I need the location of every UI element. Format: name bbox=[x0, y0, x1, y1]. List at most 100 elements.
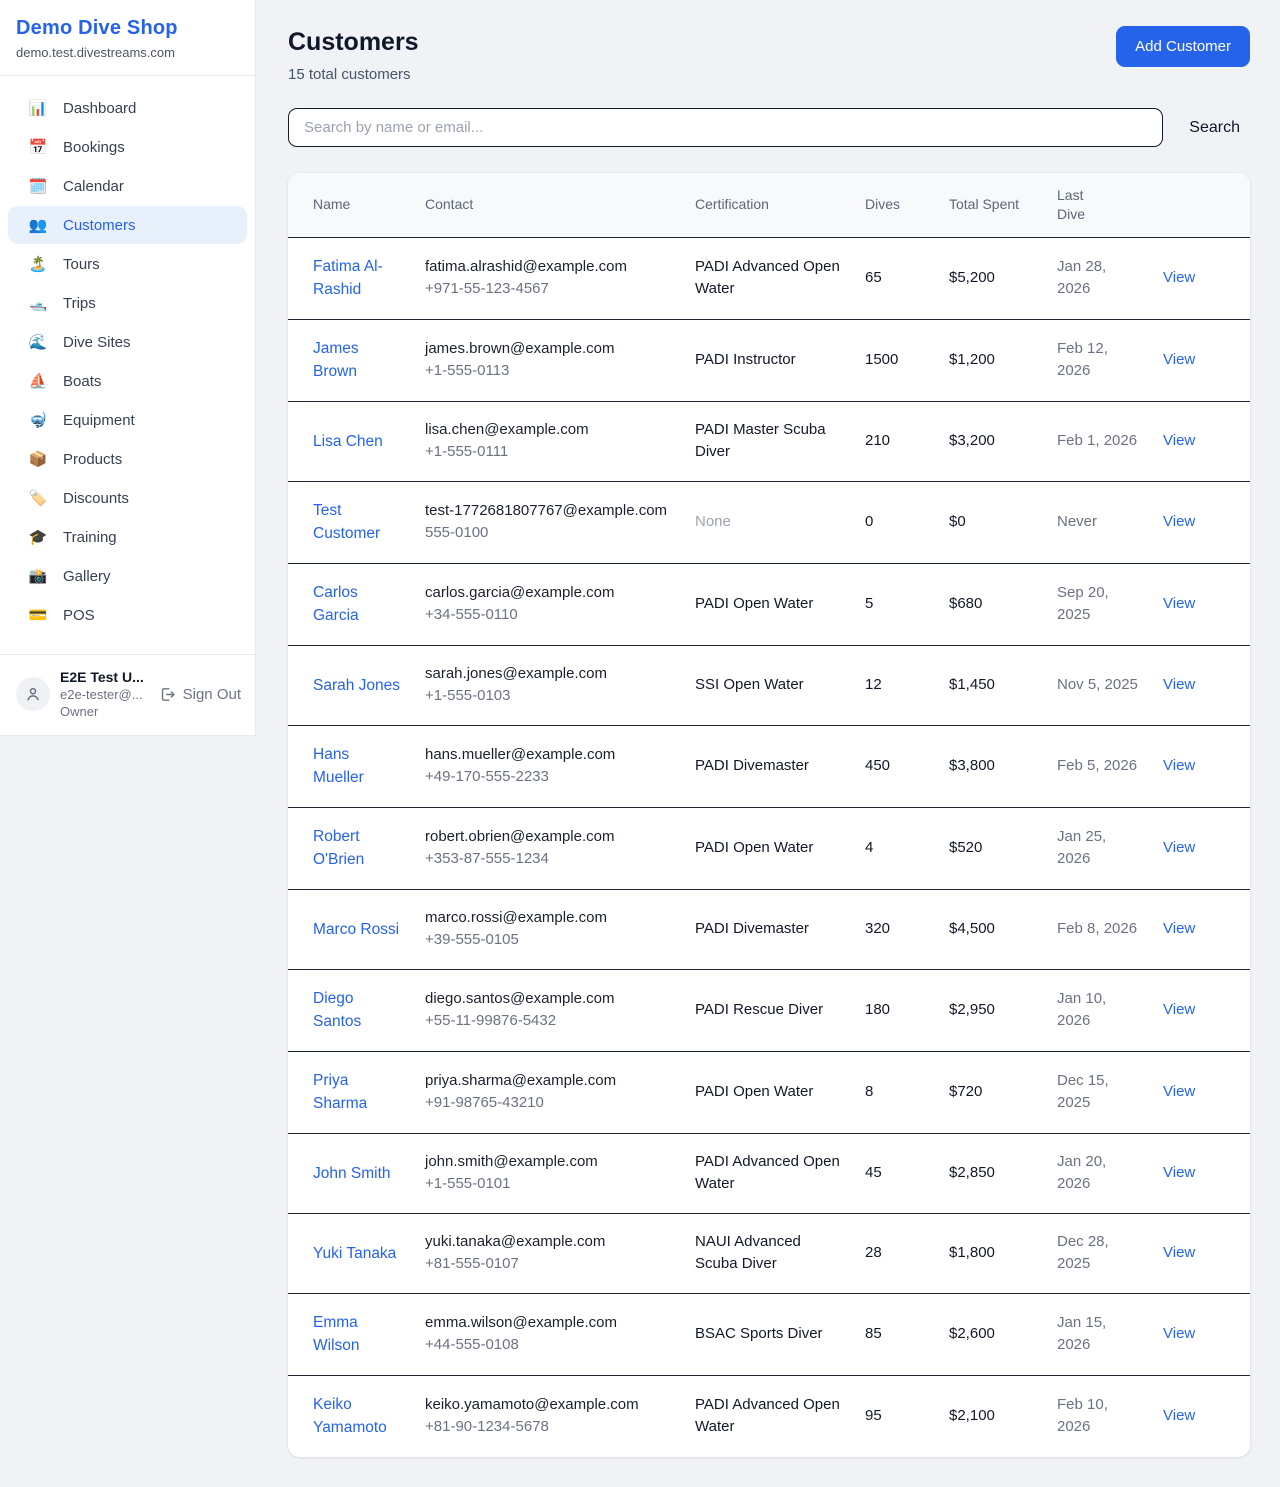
customer-email: keiko.yamamoto@example.com bbox=[425, 1394, 671, 1417]
view-customer-link[interactable]: View bbox=[1163, 920, 1195, 937]
cell-contact: lisa.chen@example.com+1-555-0111 bbox=[413, 401, 683, 481]
sidebar-item-label: Gallery bbox=[63, 568, 111, 585]
customer-name-link[interactable]: Marco Rossi bbox=[313, 921, 399, 938]
view-customer-link[interactable]: View bbox=[1163, 1083, 1195, 1100]
shop-subdomain: demo.test.divestreams.com bbox=[16, 45, 239, 60]
view-customer-link[interactable]: View bbox=[1163, 757, 1195, 774]
cell-total-spent: $2,600 bbox=[937, 1293, 1045, 1375]
sidebar-item-gallery[interactable]: 📸Gallery bbox=[8, 557, 247, 595]
cell-contact: carlos.garcia@example.com+34-555-0110 bbox=[413, 563, 683, 645]
customer-email: test-1772681807767@example.com bbox=[425, 500, 671, 523]
cell-name: James Brown bbox=[288, 319, 413, 401]
table-row: James Brownjames.brown@example.com+1-555… bbox=[288, 319, 1250, 401]
user-name: E2E Test U... bbox=[60, 668, 144, 686]
search-button[interactable]: Search bbox=[1175, 113, 1250, 143]
sidebar-item-label: Dive Sites bbox=[63, 334, 131, 351]
discounts-tag-icon: 🏷️ bbox=[28, 489, 48, 507]
user-icon bbox=[24, 685, 42, 703]
user-box: E2E Test U... e2e-tester@... Owner Sign … bbox=[0, 654, 255, 735]
cell-actions: View bbox=[1151, 889, 1250, 969]
customer-name-link[interactable]: Robert O'Brien bbox=[313, 828, 364, 869]
customer-phone: +971-55-123-4567 bbox=[425, 278, 671, 301]
sidebar-item-label: Boats bbox=[63, 373, 101, 390]
view-customer-link[interactable]: View bbox=[1163, 1407, 1195, 1424]
search-input[interactable] bbox=[288, 108, 1163, 147]
cell-certification: BSAC Sports Diver bbox=[683, 1293, 853, 1375]
view-customer-link[interactable]: View bbox=[1163, 595, 1195, 612]
view-customer-link[interactable]: View bbox=[1163, 1001, 1195, 1018]
cell-name: Lisa Chen bbox=[288, 401, 413, 481]
customer-name-link[interactable]: Emma Wilson bbox=[313, 1314, 360, 1355]
cell-dives: 4 bbox=[853, 807, 937, 889]
customer-name-link[interactable]: Sarah Jones bbox=[313, 677, 400, 694]
sign-out-label: Sign Out bbox=[183, 686, 241, 703]
main-content: Customers 15 total customers Add Custome… bbox=[256, 0, 1280, 1487]
sidebar-item-dashboard[interactable]: 📊Dashboard bbox=[8, 89, 247, 127]
cell-certification: PADI Open Water bbox=[683, 1051, 853, 1133]
sidebar-item-tours[interactable]: 🏝️Tours bbox=[8, 245, 247, 283]
sidebar-item-bookings[interactable]: 📅Bookings bbox=[8, 128, 247, 166]
customer-name-link[interactable]: James Brown bbox=[313, 340, 359, 381]
cell-last-dive: Feb 5, 2026 bbox=[1045, 725, 1151, 807]
sidebar-item-training[interactable]: 🎓Training bbox=[8, 518, 247, 556]
shop-name[interactable]: Demo Dive Shop bbox=[16, 17, 239, 40]
cell-last-dive: Sep 20, 2025 bbox=[1045, 563, 1151, 645]
cell-last-dive: Feb 10, 2026 bbox=[1045, 1375, 1151, 1457]
view-customer-link[interactable]: View bbox=[1163, 1164, 1195, 1181]
view-customer-link[interactable]: View bbox=[1163, 513, 1195, 530]
cell-last-dive: Never bbox=[1045, 481, 1151, 563]
sidebar-item-label: Bookings bbox=[63, 139, 125, 156]
customer-email: lisa.chen@example.com bbox=[425, 419, 671, 442]
sidebar-item-customers[interactable]: 👥 Customers bbox=[8, 206, 247, 244]
sidebar-item-calendar[interactable]: 🗓️Calendar bbox=[8, 167, 247, 205]
sidebar-item-boats[interactable]: ⛵Boats bbox=[8, 362, 247, 400]
sidebar-item-trips[interactable]: 🛥️Trips bbox=[8, 284, 247, 322]
view-customer-link[interactable]: View bbox=[1163, 432, 1195, 449]
cell-actions: View bbox=[1151, 725, 1250, 807]
customer-name-link[interactable]: John Smith bbox=[313, 1165, 391, 1182]
products-box-icon: 📦 bbox=[28, 450, 48, 468]
dashboard-chart-icon: 📊 bbox=[28, 99, 48, 117]
view-customer-link[interactable]: View bbox=[1163, 351, 1195, 368]
customer-name-link[interactable]: Lisa Chen bbox=[313, 433, 383, 450]
view-customer-link[interactable]: View bbox=[1163, 839, 1195, 856]
customers-people-icon: 👥 bbox=[28, 216, 48, 234]
cell-dives: 210 bbox=[853, 401, 937, 481]
customer-email: carlos.garcia@example.com bbox=[425, 582, 671, 605]
customer-name-link[interactable]: Yuki Tanaka bbox=[313, 1245, 396, 1262]
sidebar-item-label: Customers bbox=[63, 217, 136, 234]
cell-actions: View bbox=[1151, 969, 1250, 1051]
customer-name-link[interactable]: Carlos Garcia bbox=[313, 584, 359, 625]
sidebar-item-discounts[interactable]: 🏷️Discounts bbox=[8, 479, 247, 517]
cell-certification: PADI Instructor bbox=[683, 319, 853, 401]
customer-name-link[interactable]: Priya Sharma bbox=[313, 1072, 367, 1113]
cell-contact: marco.rossi@example.com+39-555-0105 bbox=[413, 889, 683, 969]
cell-certification: NAUI Advanced Scuba Diver bbox=[683, 1213, 853, 1293]
sidebar-item-dive-sites[interactable]: 🌊 Dive Sites bbox=[8, 323, 247, 361]
customer-phone: +91-98765-43210 bbox=[425, 1092, 671, 1115]
sidebar-item-pos[interactable]: 💳POS bbox=[8, 596, 247, 634]
view-customer-link[interactable]: View bbox=[1163, 1244, 1195, 1261]
customers-table: NameContactCertificationDivesTotal Spent… bbox=[288, 173, 1250, 1457]
training-cap-icon: 🎓 bbox=[28, 528, 48, 546]
customer-name-link[interactable]: Hans Mueller bbox=[313, 746, 364, 787]
cell-certification: PADI Advanced Open Water bbox=[683, 1133, 853, 1213]
customer-email: hans.mueller@example.com bbox=[425, 744, 671, 767]
customer-name-link[interactable]: Diego Santos bbox=[313, 990, 361, 1031]
customer-email: james.brown@example.com bbox=[425, 338, 671, 361]
add-customer-button[interactable]: Add Customer bbox=[1116, 26, 1250, 67]
customer-phone: +39-555-0105 bbox=[425, 929, 671, 952]
cell-dives: 85 bbox=[853, 1293, 937, 1375]
cell-contact: hans.mueller@example.com+49-170-555-2233 bbox=[413, 725, 683, 807]
customer-name-link[interactable]: Keiko Yamamoto bbox=[313, 1396, 387, 1437]
sign-out-button[interactable]: Sign Out bbox=[159, 686, 241, 703]
view-customer-link[interactable]: View bbox=[1163, 676, 1195, 693]
view-customer-link[interactable]: View bbox=[1163, 1325, 1195, 1342]
customer-name-link[interactable]: Fatima Al-Rashid bbox=[313, 258, 383, 299]
customer-name-link[interactable]: Test Customer bbox=[313, 502, 380, 543]
sidebar-item-equipment[interactable]: 🤿Equipment bbox=[8, 401, 247, 439]
sidebar-item-products[interactable]: 📦Products bbox=[8, 440, 247, 478]
dive-sites-wave-icon: 🌊 bbox=[28, 333, 48, 351]
cell-total-spent: $1,800 bbox=[937, 1213, 1045, 1293]
view-customer-link[interactable]: View bbox=[1163, 269, 1195, 286]
